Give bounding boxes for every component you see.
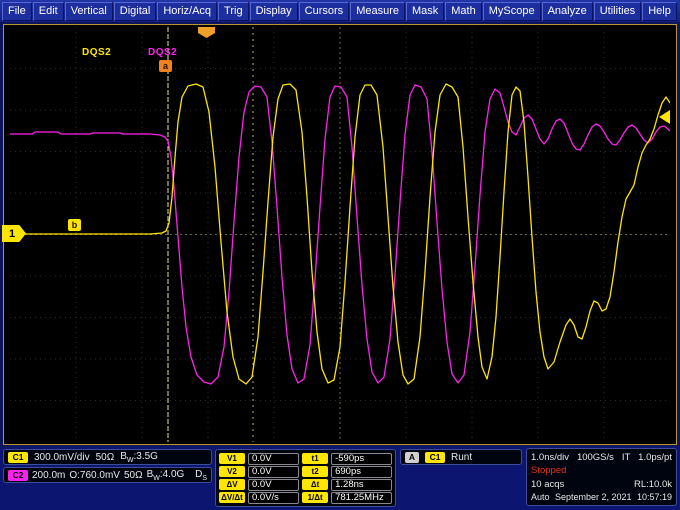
graticule-frame: DQS2 DQS2 a b 1 [2,24,677,445]
timebase-row: 1.0ns/div 100GS/s IT 1.0ps/pt [531,452,672,463]
dv-dt-value[interactable]: 0.0V/s [248,491,300,504]
inv-delta-t-badge: 1/Δt [302,492,329,503]
t1-value[interactable]: -590ps [331,452,392,465]
t2-badge: t2 [302,466,329,477]
ch1-scale: 300.0mV/div [34,451,90,463]
ch1-bandwidth: BW:3.5G [120,450,158,464]
v1-value[interactable]: 0.0V [248,452,300,465]
ch1-badge: C1 [8,451,28,463]
delta-t-badge: Δt [302,479,329,490]
t2-value[interactable]: 690ps [331,465,392,478]
record-length: RL:10.0k [633,478,672,490]
delta-v-badge: ΔV [219,479,245,490]
date-text: September 2, 2021 [554,491,632,502]
waveform-canvas[interactable] [10,27,670,442]
cursor-a-marker[interactable]: a [159,60,172,72]
cursor-row-2: V2 0.0V t2 690ps [219,465,392,478]
waveform-display[interactable]: DQS2 DQS2 a b 1 [2,27,670,442]
horizontal-acquisition-panel[interactable]: 1.0ns/div 100GS/s IT 1.0ps/pt Stopped 10… [526,448,677,506]
ch1-waveform-label: DQS2 [82,47,112,58]
sample-resolution: 1.0ps/pt [638,452,672,464]
interpolation-mode: IT [621,452,631,464]
oscilloscope-screen: File Edit Vertical Digital Horiz/Acq Tri… [0,0,680,510]
acq-count-row: 10 acqs RL:10.0k [531,479,672,490]
ch1-impedance: 50Ω [95,451,115,463]
ch2-offset: O:760.0mV [69,469,120,481]
cursor-b-marker[interactable]: b [68,219,81,231]
date-row: Auto September 2, 2021 10:57:19 [531,492,672,502]
ch2-waveform-label: DQS2 [148,47,178,58]
v2-badge: V2 [219,466,245,477]
ch2-scale: 200.0m [32,469,66,481]
ch1-readout[interactable]: C1 300.0mV/div 50Ω BW:3.5G [3,449,212,465]
trigger-mode: Auto [531,491,550,502]
menu-digital[interactable]: Digital [113,1,157,21]
acquisition-count: 10 acqs [531,478,565,490]
menu-horiz-acq[interactable]: Horiz/Acq [157,1,218,21]
ch1-reference-number: 1 [9,227,16,240]
t1-badge: t1 [302,453,329,464]
menu-myscope[interactable]: MyScope [482,1,541,21]
menu-edit[interactable]: Edit [32,1,64,21]
v2-value[interactable]: 0.0V [248,465,300,478]
menu-utilities[interactable]: Utilities [593,1,642,21]
readout-bar: C1 300.0mV/div 50Ω BW:3.5G C2 200.0m O:7… [0,447,680,510]
ch2-bandwidth: BW:4.0G [146,468,185,482]
menu-trig[interactable]: Trig [218,1,249,21]
menu-cursors[interactable]: Cursors [298,1,350,21]
dv-dt-badge: ΔV/Δt [219,492,245,503]
cursor-readout[interactable]: V1 0.0V t1 -590ps V2 0.0V t2 690ps ΔV 0.… [215,449,396,507]
menu-mask[interactable]: Mask [405,1,445,21]
cursor-row-3: ΔV 0.0V Δt 1.28ns [219,478,392,491]
ch2-impedance: 50Ω [123,469,143,481]
sample-rate: 100GS/s [576,452,614,464]
menu-analyze[interactable]: Analyze [541,1,593,21]
menu-file[interactable]: File [2,1,32,21]
trigger-source-badge: C1 [425,451,445,463]
cursor-row-1: V1 0.0V t1 -590ps [219,452,392,465]
v1-badge: V1 [219,453,245,464]
trigger-a-badge: A [405,451,419,463]
delta-v-value[interactable]: 0.0V [248,478,300,491]
menu-math[interactable]: Math [445,1,482,21]
menu-bar: File Edit Vertical Digital Horiz/Acq Tri… [0,0,680,22]
ch2-ds-indicator: DS [195,468,207,482]
time-text: 10:57:19 [636,491,672,502]
menu-vertical[interactable]: Vertical [64,1,113,21]
menu-display[interactable]: Display [249,1,298,21]
ch2-badge: C2 [8,469,28,481]
menu-help[interactable]: Help [642,1,677,21]
timebase-scale: 1.0ns/div [531,452,570,464]
acq-status-row: Stopped [531,465,672,476]
ch2-readout[interactable]: C2 200.0m O:760.0mV 50Ω BW:4.0G DS [3,467,212,483]
acquisition-status: Stopped [531,465,567,477]
menu-measure[interactable]: Measure [350,1,405,21]
trigger-type: Runt [451,451,473,463]
trigger-readout[interactable]: A C1 Runt [400,449,522,465]
delta-t-value[interactable]: 1.28ns [331,478,392,491]
cursor-row-4: ΔV/Δt 0.0V/s 1/Δt 781.25MHz [219,491,392,504]
inv-delta-t-value[interactable]: 781.25MHz [331,491,392,504]
